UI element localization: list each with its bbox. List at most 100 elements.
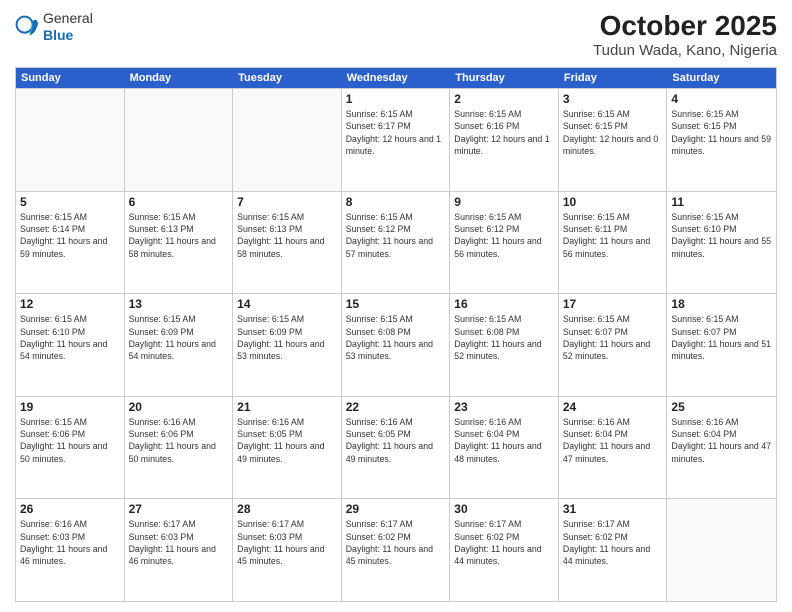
day-number: 25 bbox=[671, 400, 772, 414]
calendar-cell bbox=[16, 89, 125, 191]
day-number: 17 bbox=[563, 297, 663, 311]
calendar-header: SundayMondayTuesdayWednesdayThursdayFrid… bbox=[16, 68, 776, 88]
cell-detail: Sunrise: 6:16 AMSunset: 6:04 PMDaylight:… bbox=[454, 416, 554, 465]
day-number: 29 bbox=[346, 502, 446, 516]
logo-blue: Blue bbox=[43, 27, 93, 44]
calendar-cell: 2Sunrise: 6:15 AMSunset: 6:16 PMDaylight… bbox=[450, 89, 559, 191]
cell-detail: Sunrise: 6:17 AMSunset: 6:03 PMDaylight:… bbox=[129, 518, 229, 567]
cell-detail: Sunrise: 6:15 AMSunset: 6:10 PMDaylight:… bbox=[671, 211, 772, 260]
calendar-cell: 30Sunrise: 6:17 AMSunset: 6:02 PMDayligh… bbox=[450, 499, 559, 601]
day-number: 15 bbox=[346, 297, 446, 311]
cell-detail: Sunrise: 6:15 AMSunset: 6:15 PMDaylight:… bbox=[563, 108, 663, 157]
logo-icon bbox=[15, 15, 39, 39]
day-number: 9 bbox=[454, 195, 554, 209]
calendar-cell: 15 Sunrise: 6:15 AMSunset: 6:08 PMDayligh… bbox=[342, 294, 451, 396]
calendar-row-3: 12Sunrise: 6:15 AMSunset: 6:10 PMDayligh… bbox=[16, 293, 776, 396]
header-day-thursday: Thursday bbox=[450, 68, 559, 88]
cell-detail: Sunrise: 6:15 AMSunset: 6:09 PMDaylight:… bbox=[237, 313, 337, 362]
day-number: 13 bbox=[129, 297, 229, 311]
day-number: 11 bbox=[671, 195, 772, 209]
cell-detail: Sunrise: 6:15 AMSunset: 6:14 PMDaylight:… bbox=[20, 211, 120, 260]
cell-detail: Sunrise: 6:17 AMSunset: 6:02 PMDaylight:… bbox=[454, 518, 554, 567]
calendar-cell: 7Sunrise: 6:15 AMSunset: 6:13 PMDaylight… bbox=[233, 192, 342, 294]
cell-detail: Sunrise: 6:16 AMSunset: 6:05 PMDaylight:… bbox=[346, 416, 446, 465]
calendar-cell: 13Sunrise: 6:15 AMSunset: 6:09 PMDayligh… bbox=[125, 294, 234, 396]
calendar-cell: 27 Sunrise: 6:17 AMSunset: 6:03 PMDayligh… bbox=[125, 499, 234, 601]
title-block: October 2025 Tudun Wada, Kano, Nigeria bbox=[593, 10, 777, 59]
cell-detail: Sunrise: 6:16 AMSunset: 6:05 PMDaylight:… bbox=[237, 416, 337, 465]
day-number: 28 bbox=[237, 502, 337, 516]
calendar-cell bbox=[233, 89, 342, 191]
page-title: October 2025 bbox=[593, 10, 777, 42]
calendar-cell: 22 Sunrise: 6:16 AMSunset: 6:05 PMDayligh… bbox=[342, 397, 451, 499]
header-day-sunday: Sunday bbox=[16, 68, 125, 88]
calendar-cell: 28 Sunrise: 6:17 AMSunset: 6:03 PMDayligh… bbox=[233, 499, 342, 601]
header-day-monday: Monday bbox=[125, 68, 234, 88]
calendar: SundayMondayTuesdayWednesdayThursdayFrid… bbox=[15, 67, 777, 602]
page-subtitle: Tudun Wada, Kano, Nigeria bbox=[593, 42, 777, 59]
cell-detail: Sunrise: 6:16 AMSunset: 6:04 PMDaylight:… bbox=[563, 416, 663, 465]
cell-detail: Sunrise: 6:15 AMSunset: 6:07 PMDaylight:… bbox=[563, 313, 663, 362]
day-number: 24 bbox=[563, 400, 663, 414]
calendar-cell: 11 Sunrise: 6:15 AMSunset: 6:10 PMDayligh… bbox=[667, 192, 776, 294]
cell-detail: Sunrise: 6:15 AMSunset: 6:12 PMDaylight:… bbox=[454, 211, 554, 260]
day-number: 19 bbox=[20, 400, 120, 414]
cell-detail: Sunrise: 6:17 AMSunset: 6:02 PMDaylight:… bbox=[563, 518, 663, 567]
calendar-cell bbox=[125, 89, 234, 191]
calendar-cell: 29 Sunrise: 6:17 AMSunset: 6:02 PMDayligh… bbox=[342, 499, 451, 601]
day-number: 31 bbox=[563, 502, 663, 516]
day-number: 22 bbox=[346, 400, 446, 414]
calendar-cell bbox=[667, 499, 776, 601]
calendar-cell: 21Sunrise: 6:16 AMSunset: 6:05 PMDayligh… bbox=[233, 397, 342, 499]
calendar-cell: 9 Sunrise: 6:15 AMSunset: 6:12 PMDaylight… bbox=[450, 192, 559, 294]
page: General Blue October 2025 Tudun Wada, Ka… bbox=[0, 0, 792, 612]
day-number: 14 bbox=[237, 297, 337, 311]
header-day-tuesday: Tuesday bbox=[233, 68, 342, 88]
day-number: 16 bbox=[454, 297, 554, 311]
day-number: 8 bbox=[346, 195, 446, 209]
day-number: 1 bbox=[346, 92, 446, 106]
cell-detail: Sunrise: 6:15 AMSunset: 6:07 PMDaylight:… bbox=[671, 313, 772, 362]
calendar-cell: 20 Sunrise: 6:16 AMSunset: 6:06 PMDayligh… bbox=[125, 397, 234, 499]
header: General Blue October 2025 Tudun Wada, Ka… bbox=[15, 10, 777, 59]
day-number: 23 bbox=[454, 400, 554, 414]
calendar-cell: 26 Sunrise: 6:16 AMSunset: 6:03 PMDayligh… bbox=[16, 499, 125, 601]
calendar-row-4: 19Sunrise: 6:15 AMSunset: 6:06 PMDayligh… bbox=[16, 396, 776, 499]
cell-detail: Sunrise: 6:16 AMSunset: 6:03 PMDaylight:… bbox=[20, 518, 120, 567]
header-day-friday: Friday bbox=[559, 68, 668, 88]
calendar-body: 1 Sunrise: 6:15 AMSunset: 6:17 PMDaylight… bbox=[16, 88, 776, 601]
logo-general: General bbox=[43, 10, 93, 27]
header-day-saturday: Saturday bbox=[667, 68, 776, 88]
calendar-cell: 24 Sunrise: 6:16 AMSunset: 6:04 PMDayligh… bbox=[559, 397, 668, 499]
cell-detail: Sunrise: 6:15 AMSunset: 6:17 PMDaylight:… bbox=[346, 108, 446, 157]
cell-detail: Sunrise: 6:15 AMSunset: 6:12 PMDaylight:… bbox=[346, 211, 446, 260]
calendar-cell: 25 Sunrise: 6:16 AMSunset: 6:04 PMDayligh… bbox=[667, 397, 776, 499]
day-number: 27 bbox=[129, 502, 229, 516]
day-number: 10 bbox=[563, 195, 663, 209]
calendar-cell: 1 Sunrise: 6:15 AMSunset: 6:17 PMDaylight… bbox=[342, 89, 451, 191]
calendar-cell: 4Sunrise: 6:15 AMSunset: 6:15 PMDaylight… bbox=[667, 89, 776, 191]
day-number: 26 bbox=[20, 502, 120, 516]
calendar-row-1: 1 Sunrise: 6:15 AMSunset: 6:17 PMDaylight… bbox=[16, 88, 776, 191]
cell-detail: Sunrise: 6:16 AMSunset: 6:06 PMDaylight:… bbox=[129, 416, 229, 465]
cell-detail: Sunrise: 6:15 AMSunset: 6:11 PMDaylight:… bbox=[563, 211, 663, 260]
header-day-wednesday: Wednesday bbox=[342, 68, 451, 88]
day-number: 12 bbox=[20, 297, 120, 311]
cell-detail: Sunrise: 6:15 AMSunset: 6:08 PMDaylight:… bbox=[346, 313, 446, 362]
cell-detail: Sunrise: 6:15 AMSunset: 6:13 PMDaylight:… bbox=[129, 211, 229, 260]
day-number: 20 bbox=[129, 400, 229, 414]
calendar-row-5: 26 Sunrise: 6:16 AMSunset: 6:03 PMDayligh… bbox=[16, 498, 776, 601]
calendar-cell: 12Sunrise: 6:15 AMSunset: 6:10 PMDayligh… bbox=[16, 294, 125, 396]
day-number: 3 bbox=[563, 92, 663, 106]
cell-detail: Sunrise: 6:16 AMSunset: 6:04 PMDaylight:… bbox=[671, 416, 772, 465]
calendar-cell: 23 Sunrise: 6:16 AMSunset: 6:04 PMDayligh… bbox=[450, 397, 559, 499]
day-number: 18 bbox=[671, 297, 772, 311]
cell-detail: Sunrise: 6:17 AMSunset: 6:03 PMDaylight:… bbox=[237, 518, 337, 567]
calendar-cell: 16Sunrise: 6:15 AMSunset: 6:08 PMDayligh… bbox=[450, 294, 559, 396]
calendar-cell: 17 Sunrise: 6:15 AMSunset: 6:07 PMDayligh… bbox=[559, 294, 668, 396]
calendar-cell: 14 Sunrise: 6:15 AMSunset: 6:09 PMDayligh… bbox=[233, 294, 342, 396]
cell-detail: Sunrise: 6:15 AMSunset: 6:16 PMDaylight:… bbox=[454, 108, 554, 157]
cell-detail: Sunrise: 6:17 AMSunset: 6:02 PMDaylight:… bbox=[346, 518, 446, 567]
day-number: 5 bbox=[20, 195, 120, 209]
calendar-cell: 31 Sunrise: 6:17 AMSunset: 6:02 PMDayligh… bbox=[559, 499, 668, 601]
